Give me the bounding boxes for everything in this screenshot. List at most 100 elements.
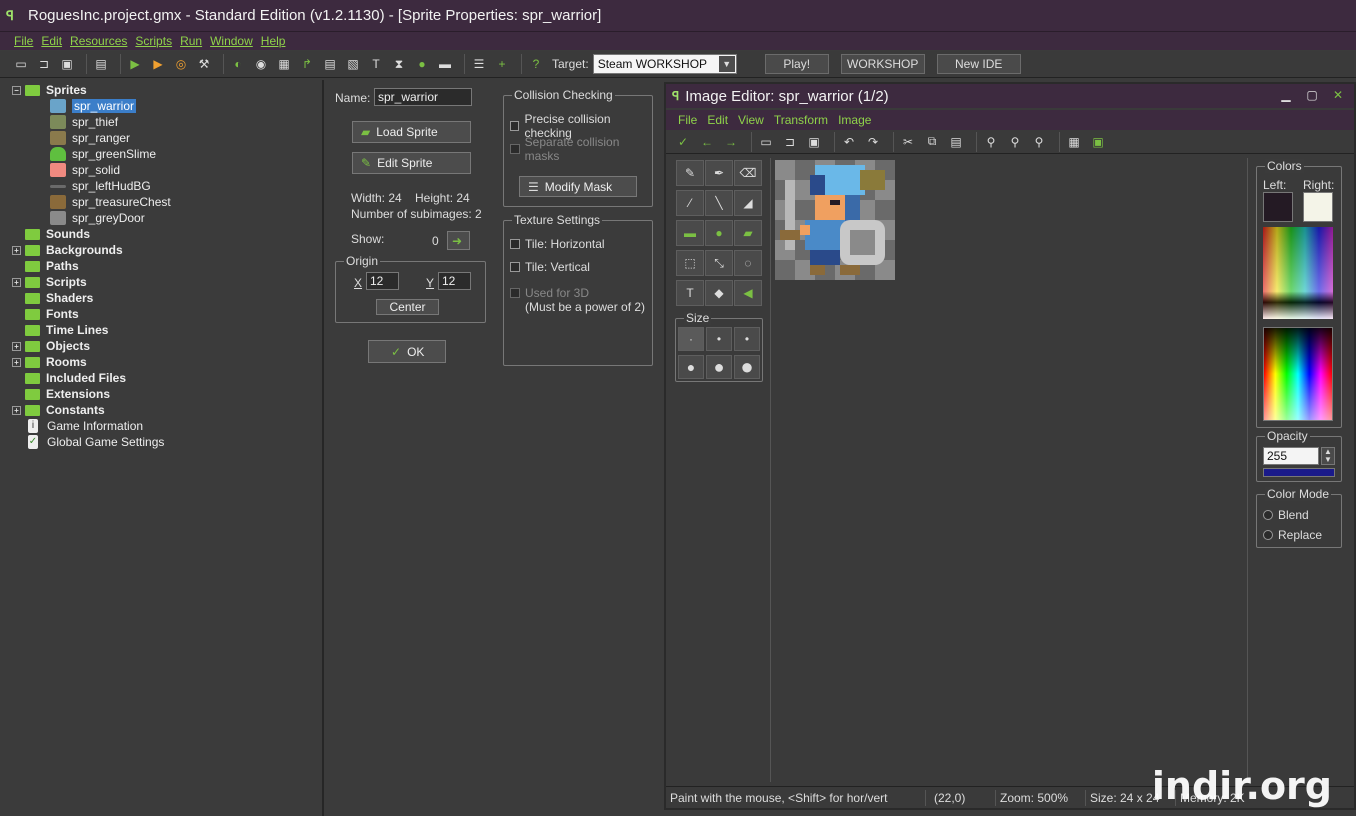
zoom-out-icon[interactable]: ⚲ [982, 133, 1000, 151]
color-spectrum-picker[interactable] [1263, 327, 1333, 421]
create-path-icon[interactable]: ↱ [298, 55, 316, 73]
tree-folder-objects[interactable]: + Objects [12, 338, 90, 354]
grid-icon[interactable]: ▦ [1065, 133, 1083, 151]
maximize-icon[interactable]: ▢ [1302, 88, 1322, 102]
brush-size-4-icon[interactable]: ● [678, 355, 704, 379]
pencil-tool-icon[interactable]: ✎ [676, 160, 704, 186]
sprite-name-input[interactable]: spr_warrior [374, 88, 472, 106]
edit-sprite-button[interactable]: ✎ Edit Sprite [352, 152, 471, 174]
magic-wand-tool-icon[interactable]: ⤡ [705, 250, 733, 276]
chevron-down-icon[interactable]: ▼ [718, 56, 735, 72]
tree-item-spr-lefthudbg[interactable]: spr_leftHudBG [50, 178, 151, 194]
create-script-icon[interactable]: ▤ [321, 55, 339, 73]
rectangle-tool-icon[interactable]: ▬ [676, 220, 704, 246]
tree-item-spr-greenslime[interactable]: spr_greenSlime [50, 146, 156, 162]
tree-item-game-information[interactable]: i Game Information [12, 418, 143, 434]
cut-icon[interactable]: ✂ [899, 133, 917, 151]
ellipse-tool-icon[interactable]: ● [705, 220, 733, 246]
tree-item-spr-greydoor[interactable]: spr_greyDoor [50, 210, 145, 226]
rounded-rect-tool-icon[interactable]: ▰ [734, 220, 762, 246]
expand-icon[interactable]: + [12, 245, 21, 255]
save-image-icon[interactable]: ▣ [805, 133, 823, 151]
blend-radio[interactable]: Blend [1263, 508, 1309, 522]
game-settings-icon[interactable]: ☰ [470, 55, 488, 73]
paste-icon[interactable]: ▤ [947, 133, 965, 151]
run-game-icon[interactable]: ▶ [126, 55, 144, 73]
tree-folder-shaders[interactable]: Shaders [12, 290, 93, 306]
create-sound-icon[interactable]: ◉ [252, 55, 270, 73]
expand-icon[interactable]: + [12, 405, 21, 415]
tree-item-spr-thief[interactable]: spr_thief [50, 114, 118, 130]
create-object-icon[interactable]: ● [413, 55, 431, 73]
create-font-icon[interactable]: T [367, 55, 385, 73]
spray-tool-icon[interactable]: ✒ [705, 160, 733, 186]
eraser-tool-icon[interactable]: ⌫ [734, 160, 762, 186]
tree-folder-timelines[interactable]: Time Lines [12, 322, 108, 338]
undo-icon[interactable]: ↶ [840, 133, 858, 151]
brush-size-2-icon[interactable]: • [706, 327, 732, 351]
menu-window[interactable]: Window [210, 34, 253, 48]
zoom-in-icon[interactable]: ⚲ [1006, 133, 1024, 151]
menu-help[interactable]: Help [261, 34, 286, 48]
drawing-canvas[interactable] [770, 158, 1248, 782]
image-icon[interactable]: ▣ [1089, 133, 1107, 151]
debug-game-icon[interactable]: ▶ [149, 55, 167, 73]
tree-item-spr-warrior[interactable]: spr_warrior [50, 98, 137, 114]
help-icon[interactable]: ? [527, 55, 545, 73]
tree-folder-constants[interactable]: + Constants [12, 402, 105, 418]
replace-color-tool-icon[interactable]: ◀ [734, 280, 762, 306]
new-image-icon[interactable]: ▭ [757, 133, 775, 151]
target-select[interactable]: Steam WORKSHOP ▼ [592, 54, 737, 74]
brush-size-1-icon[interactable]: · [678, 327, 704, 351]
expand-icon[interactable]: + [12, 277, 21, 287]
copy-icon[interactable]: ⧉ [923, 133, 941, 151]
menu-run[interactable]: Run [180, 34, 202, 48]
new-ide-button[interactable]: New IDE [936, 54, 1021, 74]
stop-icon[interactable]: ◎ [172, 55, 190, 73]
expand-icon[interactable]: + [12, 357, 21, 367]
editor-menu-image[interactable]: Image [838, 113, 871, 127]
save-icon[interactable]: ▣ [58, 55, 76, 73]
editor-menu-edit[interactable]: Edit [707, 113, 728, 127]
opacity-spinner-icon[interactable]: ▲ ▼ [1321, 447, 1335, 465]
origin-y-input[interactable]: 12 [438, 272, 471, 290]
editor-menu-file[interactable]: File [678, 113, 697, 127]
brush-size-3-icon[interactable]: • [734, 327, 760, 351]
tile-vertical-checkbox[interactable]: Tile: Vertical [510, 260, 590, 274]
create-sprite-icon[interactable]: ◐ [229, 55, 247, 73]
next-subimage-button[interactable]: ➜ [447, 231, 470, 250]
line-tool-icon[interactable]: ╲ [705, 190, 733, 216]
tree-folder-scripts[interactable]: + Scripts [12, 274, 87, 290]
collapse-icon[interactable]: − [12, 85, 21, 95]
tree-folder-included-files[interactable]: Included Files [12, 370, 126, 386]
color-palette-grid[interactable] [1263, 227, 1333, 319]
tree-folder-fonts[interactable]: Fonts [12, 306, 79, 322]
expand-icon[interactable]: + [12, 341, 21, 351]
tree-item-spr-treasurechest[interactable]: spr_treasureChest [50, 194, 171, 210]
editor-menu-transform[interactable]: Transform [774, 113, 828, 127]
tile-horizontal-checkbox[interactable]: Tile: Horizontal [510, 237, 605, 251]
opacity-input[interactable]: 255 [1263, 447, 1319, 465]
extension-icon[interactable]: + [493, 55, 511, 73]
load-sprite-button[interactable]: ▰ Load Sprite [352, 121, 471, 143]
create-shader-icon[interactable]: ▧ [344, 55, 362, 73]
text-tool-icon[interactable]: T [676, 280, 704, 306]
create-background-icon[interactable]: ▦ [275, 55, 293, 73]
create-room-icon[interactable]: ▬ [436, 55, 454, 73]
rect-select-tool-icon[interactable]: ⬚ [676, 250, 704, 276]
tree-item-spr-solid[interactable]: spr_solid [50, 162, 120, 178]
tree-folder-paths[interactable]: Paths [12, 258, 79, 274]
separate-masks-checkbox[interactable]: Separate collision masks [510, 135, 652, 163]
new-file-icon[interactable]: ▭ [12, 55, 30, 73]
open-file-icon[interactable]: ⊐ [35, 55, 53, 73]
clean-icon[interactable]: ⚒ [195, 55, 213, 73]
sprite-pixel-art[interactable] [775, 160, 895, 280]
menu-file[interactable]: File [14, 34, 33, 48]
polygon-tool-icon[interactable]: ◢ [734, 190, 762, 216]
origin-x-input[interactable]: 12 [366, 272, 399, 290]
editor-menu-view[interactable]: View [738, 113, 764, 127]
zoom-reset-icon[interactable]: ⚲ [1030, 133, 1048, 151]
modify-mask-button[interactable]: ☰ Modify Mask [519, 176, 637, 197]
play-button[interactable]: Play! [764, 54, 829, 74]
tree-folder-backgrounds[interactable]: + Backgrounds [12, 242, 123, 258]
